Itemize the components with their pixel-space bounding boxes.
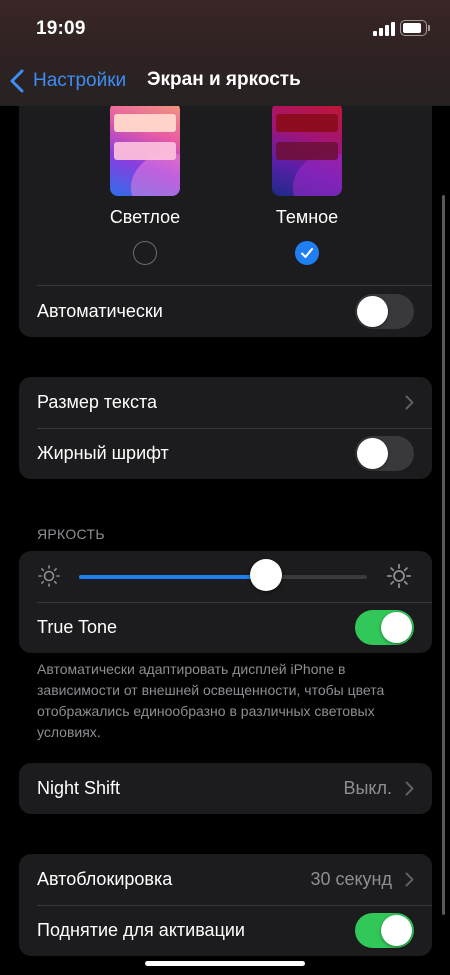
sun-max-icon <box>387 564 411 588</box>
lock-settings-card: Автоблокировка 30 секунд Поднятие для ак… <box>19 854 432 956</box>
night-shift-label: Night Shift <box>37 778 121 798</box>
chevron-right-icon <box>405 872 414 887</box>
auto-appearance-row: Автоматически <box>19 286 432 337</box>
bold-text-toggle[interactable] <box>355 436 414 471</box>
auto-lock-label: Автоблокировка <box>37 869 173 889</box>
true-tone-label: True Tone <box>37 617 118 637</box>
night-shift-row[interactable]: Night Shift Выкл. <box>19 763 432 814</box>
status-time: 19:09 <box>36 18 86 39</box>
dark-mode-label: Темное <box>275 207 339 227</box>
auto-appearance-toggle[interactable] <box>355 294 414 329</box>
bold-text-label: Жирный шрифт <box>37 443 169 463</box>
raise-to-wake-toggle[interactable] <box>355 913 414 948</box>
scrollbar[interactable] <box>442 195 445 915</box>
sun-min-icon <box>38 565 60 587</box>
appearance-card: Светлое Темное Автоматически <box>19 80 432 337</box>
chevron-right-icon <box>405 395 414 410</box>
battery-icon <box>400 20 430 36</box>
cellular-signal-icon <box>373 22 395 36</box>
night-shift-card: Night Shift Выкл. <box>19 763 432 814</box>
brightness-section-header: ЯРКОСТЬ <box>37 526 105 542</box>
brightness-slider-row <box>19 551 432 601</box>
back-button-label: Настройки <box>33 70 127 91</box>
text-size-row[interactable]: Размер текста <box>19 377 432 428</box>
raise-to-wake-row: Поднятие для активации <box>19 905 432 956</box>
night-shift-value: Выкл. <box>343 778 392 798</box>
auto-appearance-label: Автоматически <box>37 301 163 321</box>
display-brightness-screen: 19:09 Настройки Экран и яркость Светлое … <box>0 0 450 975</box>
text-settings-card: Размер текста Жирный шрифт <box>19 377 432 479</box>
chevron-left-icon <box>10 69 24 93</box>
top-bar: 19:09 Настройки Экран и яркость <box>0 0 450 106</box>
brightness-slider-thumb[interactable] <box>250 559 283 591</box>
page-title: Экран и яркость <box>147 69 301 90</box>
true-tone-toggle[interactable] <box>355 610 414 645</box>
brightness-slider-fill <box>79 575 267 579</box>
true-tone-footnote: Автоматически адаптировать дисплей iPhon… <box>37 661 385 740</box>
light-mode-preview[interactable] <box>110 102 180 196</box>
brightness-slider[interactable] <box>79 575 367 579</box>
dark-mode-radio[interactable] <box>295 241 319 265</box>
auto-lock-value: 30 секунд <box>310 869 392 889</box>
light-mode-label: Светлое <box>109 207 181 227</box>
text-size-label: Размер текста <box>37 392 158 412</box>
dark-mode-preview[interactable] <box>272 102 342 196</box>
bold-text-row: Жирный шрифт <box>19 428 432 479</box>
home-indicator[interactable] <box>145 961 305 966</box>
brightness-card: True Tone <box>19 551 432 653</box>
back-button[interactable]: Настройки <box>10 66 126 96</box>
true-tone-row: True Tone <box>19 602 432 653</box>
chevron-right-icon <box>405 781 414 796</box>
auto-lock-row[interactable]: Автоблокировка 30 секунд <box>19 854 432 905</box>
light-mode-radio[interactable] <box>133 241 157 265</box>
checkmark-icon <box>301 248 313 258</box>
raise-to-wake-label: Поднятие для активации <box>37 920 245 940</box>
